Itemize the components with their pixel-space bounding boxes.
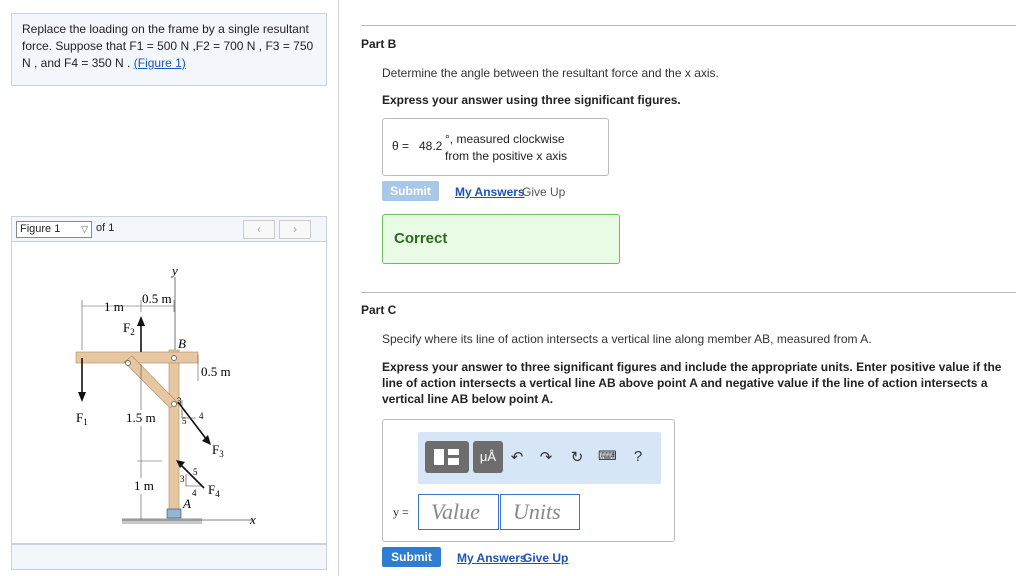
unit-line-2: from the positive x axis: [445, 149, 568, 163]
f3-tri-4: 4: [199, 411, 204, 421]
pin-joint: [171, 355, 177, 361]
part-c-prompt: Specify where its line of action interse…: [382, 332, 872, 346]
f4-tri-3: 3: [180, 474, 185, 484]
templates-button[interactable]: [425, 441, 469, 473]
dim-1m-top: 1 m: [104, 299, 124, 314]
problem-statement: Replace the loading on the frame by a si…: [11, 13, 327, 86]
keyboard-icon[interactable]: ⌨: [598, 448, 617, 464]
f1-label: F1: [76, 410, 88, 427]
chevron-down-icon: ▽: [81, 224, 88, 234]
equation-toolbar: μÅ ↶ ↷ ↻ ⌨ ?: [418, 432, 661, 484]
pin-joint: [125, 360, 131, 366]
units-button[interactable]: μÅ: [473, 441, 503, 473]
redo-icon[interactable]: ↷: [537, 448, 555, 466]
part-b-my-answers-link[interactable]: My Answers: [455, 185, 525, 199]
divider: [361, 292, 1016, 293]
value-input[interactable]: Value: [418, 494, 499, 530]
help-icon[interactable]: ?: [629, 448, 647, 465]
ground: [122, 518, 202, 524]
f3-tri-3: 3: [177, 396, 182, 406]
f2-label: F2: [123, 320, 135, 337]
part-c-instruction: Express your answer to three significant…: [382, 360, 1002, 406]
part-b-answer-box: θ = 48.2 °, measured clockwise from the …: [382, 118, 609, 176]
dim-1m-bottom: 1 m: [134, 478, 154, 493]
part-b-prompt: Determine the angle between the resultan…: [382, 66, 719, 80]
figure-toolbar: Figure 1 ▽ of 1 ‹ ›: [11, 216, 327, 242]
templates-icon: [434, 449, 459, 465]
part-b-instruction: Express your answer using three signific…: [382, 93, 681, 107]
figure-select-value: Figure 1: [20, 223, 61, 235]
figure-count: of 1: [96, 222, 115, 234]
part-c-title: Part C: [361, 303, 397, 317]
left-panel: Replace the loading on the frame by a si…: [0, 0, 339, 576]
prev-figure-button[interactable]: ‹: [243, 220, 275, 239]
part-c-answer-box: μÅ ↶ ↷ ↻ ⌨ ? y = Value Units: [382, 419, 675, 542]
figure-select[interactable]: Figure 1 ▽: [16, 221, 92, 238]
correct-feedback: Correct: [382, 214, 620, 264]
part-b-title: Part B: [361, 37, 397, 51]
f3-tri-5: 5: [182, 416, 187, 426]
figure-link[interactable]: (Figure 1): [134, 56, 186, 70]
right-panel: Part B Determine the angle between the r…: [339, 0, 1024, 576]
dim-15m: 1.5 m: [126, 410, 156, 425]
next-figure-button[interactable]: ›: [279, 220, 311, 239]
reset-icon[interactable]: ↻: [568, 448, 586, 466]
part-c-my-answers-link[interactable]: My Answers: [457, 551, 527, 565]
undo-icon[interactable]: ↶: [508, 448, 526, 466]
figure-footer: [11, 544, 327, 570]
figure-panel: y x F1 F2 F3 3 4 5 F4 3 4 5 B A 1 m 0.5 …: [11, 242, 327, 544]
y-axis-label: y: [170, 263, 178, 278]
x-axis-label: x: [249, 512, 256, 527]
units-input[interactable]: Units: [500, 494, 580, 530]
dim-05m-top: 0.5 m: [142, 291, 172, 306]
point-a-label: A: [182, 496, 191, 511]
unit-line-1: °, measured clockwise: [445, 132, 565, 146]
f2-arrowhead: [137, 316, 145, 326]
theta-value: 48.2: [419, 139, 443, 153]
part-c-give-up-link[interactable]: Give Up: [523, 551, 568, 565]
f1-arrowhead: [78, 392, 86, 402]
part-b-give-up: Give Up: [522, 185, 566, 199]
point-b-label: B: [178, 336, 186, 351]
theta-label: θ =: [392, 139, 410, 153]
f4-label: F4: [208, 482, 220, 499]
part-b-submit-button[interactable]: Submit: [382, 181, 439, 201]
part-c-submit-button[interactable]: Submit: [382, 547, 441, 567]
divider: [361, 25, 1016, 26]
y-label: y =: [393, 505, 409, 519]
support-a: [166, 508, 182, 519]
f3-label: F3: [212, 442, 224, 459]
pin-joint: [171, 401, 177, 407]
member-ab: [168, 349, 180, 519]
dim-05m-right: 0.5 m: [201, 364, 231, 379]
frame-diagram: y x F1 F2 F3 3 4 5 F4 3 4 5 B A 1 m 0.5 …: [75, 263, 256, 527]
f4-tri-4: 4: [192, 488, 197, 498]
f4-tri-5: 5: [193, 467, 198, 477]
